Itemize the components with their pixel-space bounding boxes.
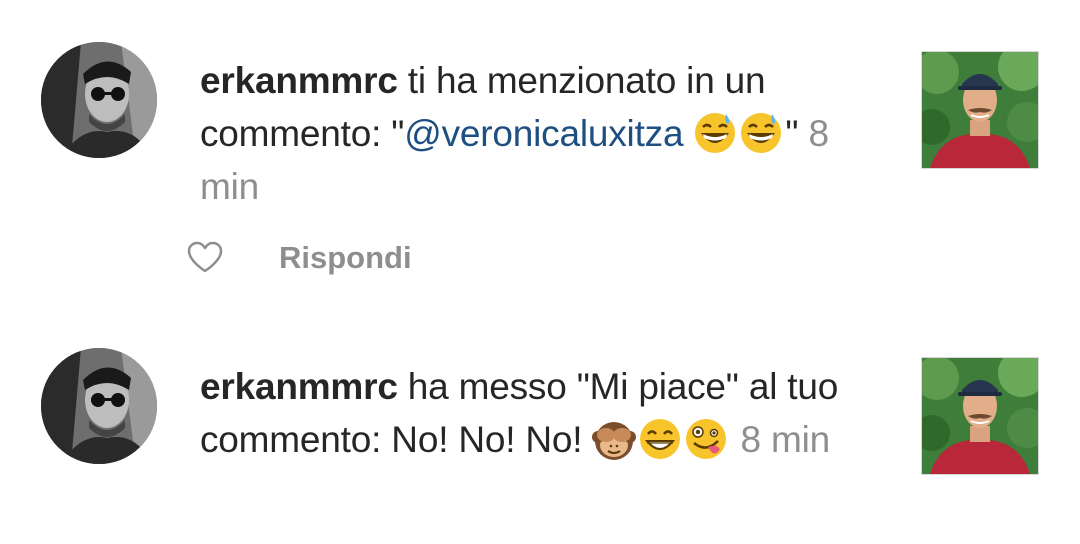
see-no-evil-monkey-emoji <box>592 417 637 461</box>
post-thumbnail[interactable] <box>921 357 1039 475</box>
zany-face-emoji <box>684 417 728 461</box>
reply-button[interactable]: Rispondi <box>279 236 412 280</box>
notification-text: erkanmmrc ti ha menzionato in un comment… <box>200 54 890 213</box>
user-avatar[interactable] <box>41 348 157 464</box>
beaming-grin-emoji <box>638 417 682 461</box>
notification-text: erkanmmrc ha messo "Mi piace" al tuo com… <box>200 360 890 466</box>
notification-message-end: " <box>785 113 799 154</box>
heart-icon[interactable] <box>186 240 224 274</box>
username-link[interactable]: erkanmmrc <box>200 366 398 407</box>
username-link[interactable]: erkanmmrc <box>200 60 398 101</box>
grinning-sweat-emoji <box>693 111 737 155</box>
timestamp: 8 min <box>730 419 831 460</box>
mention-link[interactable]: @veronicaluxitza <box>404 113 683 154</box>
user-avatar[interactable] <box>41 42 157 158</box>
grinning-sweat-emoji <box>739 111 783 155</box>
post-thumbnail[interactable] <box>921 51 1039 169</box>
